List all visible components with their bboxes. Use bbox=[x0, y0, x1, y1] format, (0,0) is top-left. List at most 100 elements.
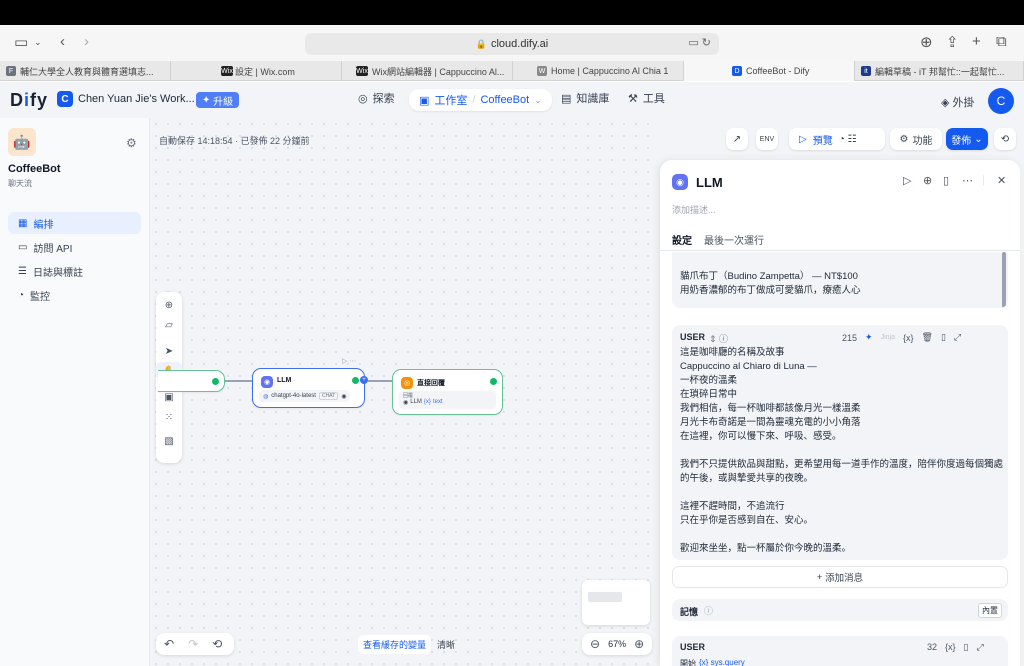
copy-icon[interactable]: ▯ bbox=[941, 332, 946, 343]
more-icon[interactable]: ⋯ bbox=[962, 174, 973, 187]
add-node-icon[interactable]: ⊕ bbox=[156, 296, 182, 314]
undo-icon[interactable]: ↶ bbox=[164, 637, 174, 651]
zoom-out-icon[interactable]: ⊖ bbox=[590, 637, 600, 651]
tab-label: 設定 | Wix.com bbox=[235, 66, 295, 77]
help-icon[interactable]: ⊕ bbox=[923, 174, 932, 187]
features-button[interactable]: ⚙ 功能 bbox=[890, 128, 942, 150]
redo-icon[interactable]: ↷ bbox=[188, 637, 198, 651]
sidebar-toggle-icon[interactable]: ▭ bbox=[14, 33, 28, 51]
nav-studio[interactable]: ▣ 工作室 / CoffeeBot ⌄ bbox=[409, 89, 552, 111]
close-icon[interactable]: ✕ bbox=[997, 174, 1006, 187]
workflow-canvas[interactable]: 自動保存 14:18:54 · 已發佈 22 分鐘前 ⊕ ▱ ➤ ✋ ▣ ⁙ ▧… bbox=[150, 118, 658, 666]
braces-icon[interactable]: {x} bbox=[903, 333, 914, 343]
logo-part: fy bbox=[30, 90, 49, 110]
add-note-icon[interactable]: ▱ bbox=[156, 316, 182, 334]
description-input[interactable]: 添加描述... bbox=[672, 203, 716, 216]
browser-tab[interactable]: W Home | Cappuccino Al Chia 1 bbox=[513, 61, 684, 81]
llm-node[interactable]: ◉ LLM ◍ chatgpt-4o-latest CHAT ◉ bbox=[252, 368, 365, 408]
user-message-box[interactable]: USER ⇕ ⓘ 215 ✦ Jinja {x} 🗑 ▯ ⤢ 這是咖啡廳的名稱及故… bbox=[672, 325, 1008, 560]
play-icon[interactable]: ▷ bbox=[799, 134, 807, 145]
checklist-icon[interactable]: ◔ ☷ bbox=[839, 134, 857, 145]
forward-icon[interactable]: › bbox=[84, 33, 89, 50]
organize-icon[interactable]: ⁙ bbox=[156, 408, 182, 426]
history-icon[interactable]: ⟲ bbox=[212, 637, 222, 651]
preview-button[interactable]: 預覽 bbox=[813, 132, 833, 147]
braces-icon[interactable]: {x} bbox=[945, 642, 956, 653]
user-message-box-2[interactable]: USER 32 {x} ▯ ⤢ 開始 {x} sys.query bbox=[672, 636, 1008, 666]
minimap-toggle-icon[interactable]: ▧ bbox=[156, 432, 182, 450]
hammer-icon: ⚒ bbox=[628, 92, 638, 105]
share-icon[interactable]: ⇪ bbox=[946, 33, 959, 51]
jinja-toggle[interactable]: Jinja bbox=[881, 334, 895, 341]
upgrade-button[interactable]: ✦ 升級 bbox=[196, 92, 240, 108]
start-node[interactable] bbox=[158, 370, 225, 392]
robot-icon: ▣ bbox=[419, 94, 430, 107]
sidebar-item-logs[interactable]: ☰ 日誌與標註 bbox=[8, 260, 141, 282]
zoom-level[interactable]: 67% bbox=[608, 639, 626, 649]
view-cached-vars-button[interactable]: 查看緩存的變量 bbox=[358, 634, 432, 654]
dify-logo[interactable]: Dify bbox=[10, 90, 48, 111]
copy-icon[interactable]: ▯ bbox=[964, 642, 969, 653]
sidebar-item-monitor[interactable]: ◔ 監控 bbox=[8, 284, 141, 306]
user-avatar[interactable]: C bbox=[988, 88, 1014, 114]
role-selector[interactable]: USER ⇕ ⓘ bbox=[680, 332, 728, 345]
lock-icon: 🔒 bbox=[475, 38, 487, 49]
app-sidebar: 🤖 ⚙ CoffeeBot 聊天流 ▦ 編排 ▭ 訪問 API ☰ 日誌與標註 ◔ 監控 bbox=[0, 118, 150, 666]
scrollbar[interactable] bbox=[1002, 252, 1006, 308]
cube-icon: ◈ bbox=[941, 97, 953, 109]
tab-overview-icon[interactable]: ⧉ bbox=[996, 33, 1007, 50]
system-prompt-box[interactable]: ▔▔▔▔▔▔▔▔▔▔▔▔▔▔▔▔▔▔ 貓爪布丁（Budino Zampetta）… bbox=[672, 252, 1008, 308]
logo-part: D bbox=[10, 90, 24, 110]
pointer-icon[interactable]: ➤ bbox=[156, 342, 182, 360]
run-icon[interactable]: ▷ bbox=[903, 174, 911, 187]
nav-tools[interactable]: ⚒ 工具 bbox=[628, 90, 665, 106]
env-icon[interactable]: ENV bbox=[756, 128, 778, 150]
nav-explore[interactable]: ◎ 探索 bbox=[358, 90, 395, 106]
browser-tab[interactable]: it 編輯草稿 - iT 邦幫忙::一起幫忙... bbox=[855, 61, 1024, 81]
address-bar[interactable]: 🔒 cloud.dify.ai ▭ ↻ bbox=[305, 33, 719, 55]
back-icon[interactable]: ‹ bbox=[60, 33, 65, 50]
sidebar-item-api[interactable]: ▭ 訪問 API bbox=[8, 236, 141, 258]
user-message-text: 這是咖啡廳的名稱及故事 Cappuccino al Chiaro di Luna… bbox=[680, 347, 1004, 554]
current-app[interactable]: CoffeeBot bbox=[480, 94, 529, 106]
plugin-button[interactable]: ◈ 外掛 bbox=[941, 94, 975, 110]
expand-icon[interactable]: ⤢ bbox=[954, 332, 961, 343]
sparkle-icon: ✦ bbox=[202, 94, 214, 106]
minimap[interactable] bbox=[582, 580, 650, 625]
plugin-label: 外掛 bbox=[952, 97, 975, 109]
model-name: chatgpt-4o-latest bbox=[271, 393, 316, 399]
var-source: 開始 bbox=[680, 659, 696, 666]
expand-icon[interactable]: ⤢ bbox=[976, 642, 983, 653]
browser-tab[interactable]: Wix Wix網站編輯器 | Cappuccino Al... bbox=[342, 61, 513, 81]
token-count: 32 bbox=[927, 642, 938, 652]
workspace-switcher[interactable]: C Chen Yuan Jie's Work... ⌄ bbox=[57, 91, 209, 107]
new-tab-icon[interactable]: + bbox=[972, 33, 981, 50]
chevron-down-icon[interactable]: ⌄ bbox=[34, 37, 42, 48]
reload-icon[interactable]: ▭ ↻ bbox=[688, 36, 711, 49]
answer-node[interactable]: ◎ 直接回覆 回覆 ◉ LLM {x} text bbox=[392, 369, 503, 415]
node-actions-icon[interactable]: ▷ ⋯ bbox=[342, 357, 356, 365]
download-icon[interactable]: ⊕ bbox=[920, 33, 933, 51]
system-prompt-text: 貓爪布丁（Budino Zampetta） — NT$100 用奶香濃郁的布丁做… bbox=[680, 271, 861, 296]
nav-knowledge[interactable]: ▤ 知識庫 bbox=[561, 90, 609, 106]
clear-button[interactable]: 清晰 bbox=[437, 638, 455, 651]
browser-tab[interactable]: F 輔仁大學全人教育與體育選填志... bbox=[0, 61, 171, 81]
publish-button[interactable]: 發佈 ⌄ bbox=[946, 128, 988, 150]
sidebar-item-orchestrate[interactable]: ▦ 編排 bbox=[8, 212, 141, 234]
settings-sliders-icon[interactable]: ⚙ bbox=[126, 136, 137, 150]
add-port-icon[interactable]: + bbox=[360, 376, 368, 384]
book-icon: ▤ bbox=[561, 92, 572, 105]
sparkle-icon[interactable]: ✦ bbox=[865, 332, 873, 343]
docs-icon[interactable]: ▯ bbox=[943, 174, 949, 187]
panel-title: ◉ LLM bbox=[672, 174, 723, 190]
gauge-icon: ◔ bbox=[18, 289, 25, 301]
browser-tab-active[interactable]: D CoffeeBot - Dify bbox=[684, 61, 855, 81]
tab-label: Home | Cappuccino Al Chia 1 bbox=[551, 66, 669, 76]
trash-icon[interactable]: 🗑 bbox=[922, 332, 933, 343]
add-message-button[interactable]: + 添加消息 bbox=[672, 566, 1008, 588]
zoom-in-icon[interactable]: ⊕ bbox=[634, 637, 644, 651]
browser-tab[interactable]: Wix 設定 | Wix.com bbox=[171, 61, 342, 81]
external-link-icon[interactable]: ↗ bbox=[726, 128, 748, 150]
version-history-icon[interactable]: ⟲ bbox=[994, 128, 1016, 150]
sidebar-item-label: 編排 bbox=[33, 219, 54, 231]
